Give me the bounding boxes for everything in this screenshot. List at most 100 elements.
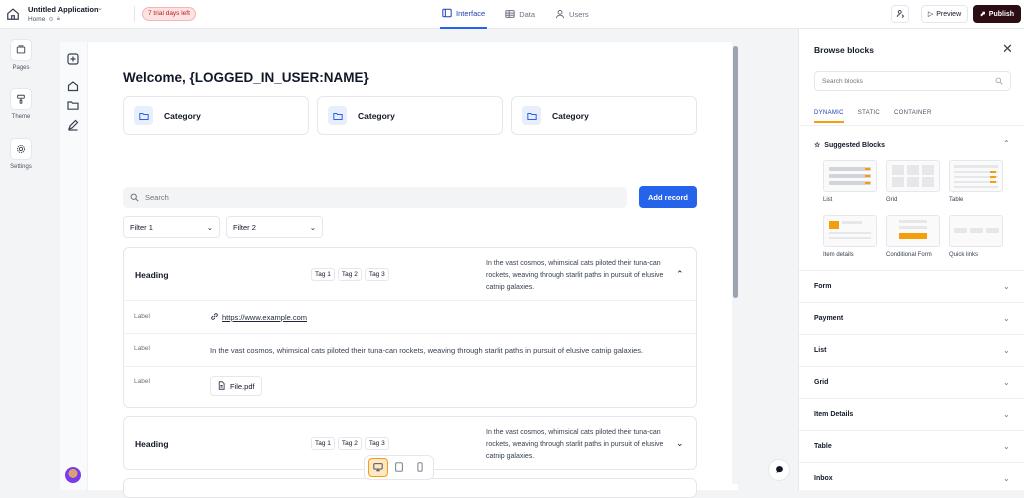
trial-badge[interactable]: 7 trial days left <box>142 7 196 21</box>
block-quick-links[interactable]: Quick links <box>949 215 1003 258</box>
publish-button[interactable]: ⬈ Publish <box>973 5 1021 23</box>
share-users-button[interactable] <box>891 5 909 23</box>
category-label: Category <box>358 111 395 121</box>
section-inbox[interactable]: Inbox ⌄ <box>799 462 1024 494</box>
section-grid[interactable]: Grid ⌄ <box>799 366 1024 398</box>
section-label: Grid <box>814 379 828 386</box>
suggested-blocks-header[interactable]: ☆ Suggested Blocks <box>814 141 885 149</box>
record-card[interactable]: Heading Tag 1 Tag 2 Tag 3 In the vast co… <box>123 247 697 408</box>
chevron-down-icon: ⌄ <box>1003 314 1010 323</box>
record-field-row: Label https://www.example.com <box>124 300 696 333</box>
chevron-up-icon[interactable]: ⌃ <box>1003 139 1010 148</box>
block-label: Grid <box>886 197 940 203</box>
canvas-scrollbar-thumb[interactable] <box>733 46 738 298</box>
block-search <box>814 71 1011 91</box>
field-value: https://www.example.com <box>210 312 307 323</box>
record-description: In the vast cosmos, whimsical cats pilot… <box>486 258 666 294</box>
url-link[interactable]: https://www.example.com <box>222 313 307 322</box>
block-item-details[interactable]: Item details <box>823 215 877 258</box>
tag: Tag 1 <box>311 268 335 281</box>
filter-select-1[interactable]: Filter 1 ⌄ <box>123 216 220 238</box>
settings-small-icon: ⚙ <box>48 16 53 23</box>
chevron-down-icon: ⌄ <box>1003 474 1010 483</box>
quick-links-block-thumbnail <box>949 215 1003 247</box>
tag: Tag 1 <box>311 437 335 450</box>
filter-label: Filter 2 <box>233 223 256 232</box>
file-attachment[interactable]: File.pdf <box>210 376 262 396</box>
rail-label: Theme <box>0 114 42 120</box>
tab-users[interactable]: Users <box>553 0 591 29</box>
record-card[interactable] <box>123 478 697 498</box>
page-name: Home <box>28 16 45 23</box>
play-icon: ▷ <box>928 10 933 18</box>
section-label: List <box>814 347 826 354</box>
home-icon[interactable] <box>6 7 20 21</box>
block-conditional-form[interactable]: Conditional Form <box>886 215 940 258</box>
section-list[interactable]: List ⌄ <box>799 334 1024 366</box>
rail-label: Settings <box>0 164 42 170</box>
filter-select-2[interactable]: Filter 2 ⌄ <box>226 216 323 238</box>
tab-static[interactable]: STATIC <box>858 110 880 123</box>
tablet-view-button[interactable] <box>389 458 409 477</box>
section-payment[interactable]: Payment ⌄ <box>799 302 1024 334</box>
rail-item-theme[interactable]: Theme <box>0 88 42 120</box>
search-input[interactable] <box>145 193 595 202</box>
user-share-icon <box>896 5 905 23</box>
user-icon <box>555 9 565 21</box>
chevron-up-icon[interactable]: ⌃ <box>676 269 684 280</box>
desktop-view-button[interactable] <box>368 458 388 477</box>
folder-icon[interactable] <box>67 98 80 111</box>
section-item-details[interactable]: Item Details ⌄ <box>799 398 1024 430</box>
tag: Tag 3 <box>365 268 389 281</box>
tab-label: Data <box>519 10 535 19</box>
mobile-view-button[interactable] <box>410 458 430 477</box>
left-rail: Pages Theme Settings <box>0 29 42 490</box>
home-icon[interactable] <box>67 79 80 92</box>
category-card[interactable]: Category <box>317 96 503 135</box>
block-list[interactable]: List <box>823 160 877 203</box>
tab-dynamic[interactable]: DYNAMIC <box>814 110 844 123</box>
category-card[interactable]: Category <box>123 96 309 135</box>
record-description: In the vast cosmos, whimsical cats pilot… <box>486 427 666 463</box>
rail-item-settings[interactable]: Settings <box>0 138 42 170</box>
table-icon <box>505 9 515 21</box>
chat-button[interactable] <box>768 459 790 481</box>
tab-interface[interactable]: Interface <box>440 0 487 29</box>
app-title[interactable]: Untitled Application <box>28 5 99 14</box>
section-label: Table <box>814 443 832 450</box>
category-card[interactable]: Category <box>511 96 697 135</box>
pen-icon[interactable] <box>67 118 80 131</box>
section-table[interactable]: Table ⌄ <box>799 430 1024 462</box>
link-icon <box>210 312 219 323</box>
avatar[interactable] <box>65 467 81 483</box>
record-field-row: Label In the vast cosmos, whimsical cats… <box>124 333 696 366</box>
preview-button[interactable]: ▷ Preview <box>921 5 968 23</box>
record-header[interactable]: Heading Tag 1 Tag 2 Tag 3 In the vast co… <box>124 248 696 300</box>
record-heading: Heading <box>135 270 169 280</box>
chevron-down-icon: ⌄ <box>1003 442 1010 451</box>
block-table[interactable]: Table <box>949 160 1003 203</box>
tablet-icon <box>394 459 404 477</box>
tag: Tag 3 <box>365 437 389 450</box>
search-blocks-input[interactable] <box>822 78 992 85</box>
folder-icon <box>134 106 153 125</box>
tab-container[interactable]: CONTAINER <box>894 110 932 123</box>
close-icon[interactable]: ✕ <box>1002 42 1013 55</box>
star-icon: ☆ <box>814 141 820 149</box>
section-form[interactable]: Form ⌄ <box>799 270 1024 302</box>
chevron-down-icon[interactable]: ⌄ <box>97 4 103 12</box>
chevron-down-icon[interactable]: ⌄ <box>676 438 684 449</box>
table-block-thumbnail <box>949 160 1003 192</box>
add-block-icon[interactable] <box>67 52 80 65</box>
browse-blocks-panel: Browse blocks ✕ DYNAMIC STATIC CONTAINER… <box>798 29 1024 490</box>
block-type-tabs: DYNAMIC STATIC CONTAINER <box>814 110 932 123</box>
publish-label: Publish <box>989 11 1014 18</box>
rail-item-pages[interactable]: Pages <box>0 39 42 71</box>
folder-icon <box>522 106 541 125</box>
chevron-down-icon: ⌄ <box>1003 378 1010 387</box>
filter-label: Filter 1 <box>130 223 153 232</box>
add-record-button[interactable]: Add record <box>639 186 697 208</box>
tab-data[interactable]: Data <box>503 0 537 29</box>
canvas-toolbar <box>60 42 88 490</box>
block-grid[interactable]: Grid <box>886 160 940 203</box>
